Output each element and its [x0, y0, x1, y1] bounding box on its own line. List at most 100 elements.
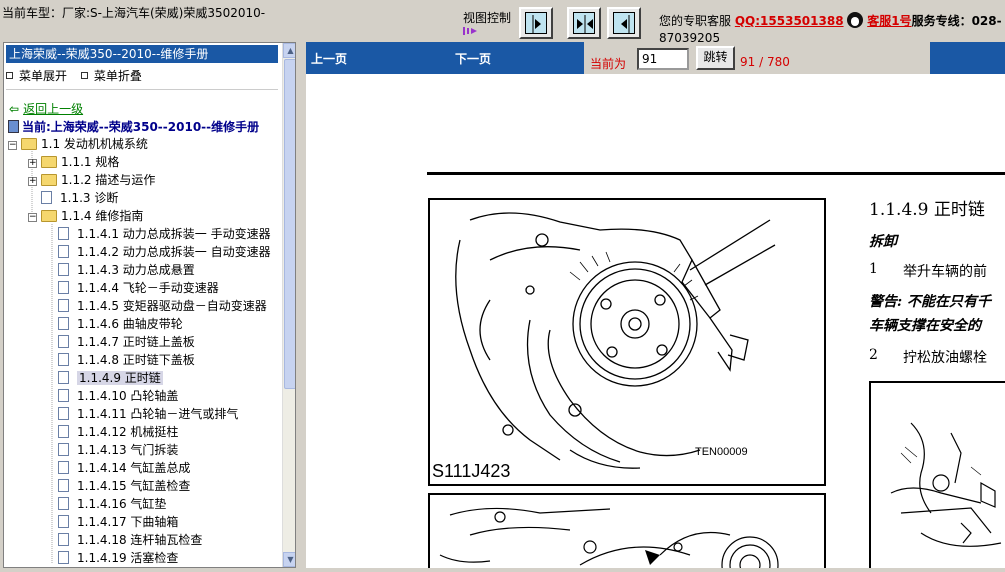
view-right-panel-button[interactable]	[607, 7, 641, 39]
tree-item-label: 1.1.1 规格	[61, 155, 120, 169]
tree-item[interactable]: 1.1.4.9 正时链	[58, 369, 163, 387]
page-count: 91 / 780	[740, 55, 790, 69]
folder-icon	[41, 174, 57, 186]
kefu-link[interactable]: 客服1号	[867, 14, 911, 28]
tree-item[interactable]: 1.1.4.8 正时链下盖板	[58, 351, 195, 369]
warning-line-2: 车辆支撑在安全的	[869, 318, 981, 334]
tree-item-label: 1.1.4.15 气缸盖检查	[77, 479, 191, 493]
view-split-button[interactable]	[567, 7, 601, 39]
tree-item[interactable]: 1.1.4.14 气缸盖总成	[58, 459, 190, 477]
tree-item[interactable]: 1.1.4.1 动力总成拆装一 手动变速器	[58, 225, 271, 243]
menu-collapse-button[interactable]: 菜单折叠	[80, 69, 142, 83]
engine-illustration-3	[890, 422, 1002, 547]
tree-item[interactable]: 1.1.4.19 活塞检查	[58, 549, 178, 567]
tree-item-label: 1.1.4.16 气缸垫	[77, 497, 167, 511]
tree-item[interactable]: 1.1.4.2 动力总成拆装一 自动变速器	[58, 243, 271, 261]
open-folder-icon	[41, 210, 57, 222]
tree-item[interactable]: 1.1.4.11 凸轮轴－进气或排气	[58, 405, 238, 423]
document-icon	[58, 263, 69, 276]
tree-item[interactable]: 1.1.4.6 曲轴皮带轮	[58, 315, 183, 333]
page-jump-panel: 当前为 跳转 91 / 780	[584, 42, 930, 74]
figure-timing-chain: TEN00009 S111J423	[428, 198, 826, 486]
tree-item[interactable]: 1.1.3 诊断	[28, 189, 118, 207]
tree-item[interactable]: 1.1.4.3 动力总成悬置	[58, 261, 195, 279]
tree-item[interactable]: 1.1.4.15 气缸盖检查	[58, 477, 190, 495]
expand-icon[interactable]: +	[28, 159, 37, 168]
document-icon	[58, 245, 69, 258]
next-page-link[interactable]: 下一页	[455, 50, 491, 67]
collapse-icon[interactable]: −	[8, 141, 17, 150]
tree-item-label: 1.1.4.3 动力总成悬置	[77, 263, 195, 277]
top-toolbar: 当前车型：厂家:S-上海汽车(荣威)荣威3502010- 视图控制 您的专职客服…	[0, 0, 1005, 45]
document-icon	[58, 371, 69, 384]
tree-item-label: 1.1.4.8 正时链下盖板	[77, 353, 195, 367]
tree-item[interactable]: 1.1.4.12 机械挺柱	[58, 423, 178, 441]
sidebar-title: 上海荣威--荣威350--2010--维修手册	[6, 45, 278, 63]
scroll-up-icon[interactable]: ▲	[283, 43, 295, 58]
tree-item[interactable]: 1.1.4.10 凸轮轴盖	[58, 387, 178, 405]
tree-item[interactable]: +1.1.1 规格	[28, 153, 119, 171]
service-info: 您的专职客服 QQ:1553501388 客服1号服务专线：028-	[659, 12, 1002, 29]
qq-penguin-icon	[847, 12, 864, 28]
document-icon	[58, 389, 69, 402]
tree-item-label: 1.1.4.6 曲轴皮带轮	[77, 317, 183, 331]
tree-item[interactable]: +1.1.2 描述与运作	[28, 171, 155, 189]
page-rule	[427, 172, 1005, 175]
current-page-label: 当前为	[590, 57, 627, 71]
subsection-title: 拆卸	[869, 234, 897, 250]
tree-item-label: 1.1.4.13 气门拆装	[77, 443, 179, 457]
collapse-icon[interactable]: −	[28, 213, 37, 222]
section-heading: 1.1.4.9 正时链	[869, 200, 985, 220]
square-icon	[6, 72, 13, 79]
tree-item[interactable]: − 1.1.4 维修指南	[28, 207, 143, 225]
tree-item[interactable]: 1.1.4.4 飞轮－手动变速器	[58, 279, 219, 297]
tree-item-label: 1.1.4.17 下曲轴箱	[77, 515, 179, 529]
square-icon	[80, 72, 88, 79]
tree-item-label: 1.1.4.9 正时链	[77, 371, 163, 385]
scroll-down-icon[interactable]: ▼	[283, 552, 295, 567]
document-view: TEN00009 S111J423 1.1.4.9 正时链 拆卸 1 举升车辆的…	[306, 74, 1005, 568]
tree-item-label: 1.1.4.2 动力总成拆装一 自动变速器	[77, 245, 271, 259]
tree-item-label: 1.1.4 维修指南	[61, 209, 144, 223]
tree-item[interactable]: − 1.1 发动机机械系统	[8, 135, 148, 153]
qq-link[interactable]: QQ:1553501388	[735, 14, 844, 28]
prev-page-link[interactable]: 上一页	[311, 50, 347, 67]
engine-illustration-2	[439, 507, 779, 568]
jump-button[interactable]: 跳转	[696, 46, 735, 70]
tree-item-label: 1.1.2 描述与运作	[61, 173, 156, 187]
tree-item-label: 1.1 发动机机械系统	[41, 137, 148, 151]
page-navbar: 上一页 下一页 当前为 跳转 91 / 780	[306, 42, 1005, 74]
step-2-number: 2	[869, 347, 878, 363]
tree-item-label: 1.1.4.11 凸轮轴－进气或排气	[77, 407, 239, 421]
tree-item[interactable]: 1.1.4.18 连杆轴瓦检查	[58, 531, 202, 549]
document-icon	[58, 479, 69, 492]
document-icon	[58, 551, 69, 564]
hotline-label: 服务专线：028-	[911, 14, 1002, 28]
tree-item-label: 1.1.4.4 飞轮－手动变速器	[77, 281, 219, 295]
document-icon	[58, 461, 69, 474]
view-left-panel-button[interactable]	[519, 7, 553, 39]
back-link[interactable]: ⇦ 返回上一级	[9, 100, 83, 117]
divider	[6, 89, 278, 90]
menu-expand-button[interactable]: 菜单展开	[6, 69, 67, 83]
window-bottom-edge	[0, 568, 1005, 572]
tree-item-label: 1.1.4.7 正时链上盖板	[77, 335, 195, 349]
sidebar-scrollbar[interactable]: ▲ ▼	[282, 43, 295, 567]
tree-item-label: 1.1.3 诊断	[60, 191, 119, 205]
step-2-text: 拧松放油螺栓	[903, 350, 987, 366]
tree-item[interactable]: 1.1.4.5 变矩器驱动盘－自动变速器	[58, 297, 267, 315]
page-number-input[interactable]	[637, 48, 689, 70]
tree-item[interactable]: 1.1.4.17 下曲轴箱	[58, 513, 178, 531]
tree-item[interactable]: 1.1.4.16 气缸垫	[58, 495, 166, 513]
scroll-thumb[interactable]	[284, 59, 295, 389]
tree-item-label: 1.1.4.18 连杆轴瓦检查	[77, 533, 203, 547]
tree-item[interactable]: 1.1.4.7 正时链上盖板	[58, 333, 195, 351]
tree-item[interactable]: 1.1.4.13 气门拆装	[58, 441, 178, 459]
vehicle-model-text: 当前车型：厂家:S-上海汽车(荣威)荣威3502010-	[2, 6, 266, 20]
tree-item-label: 1.1.4.14 气缸盖总成	[77, 461, 191, 475]
service-prefix: 您的专职客服	[659, 14, 732, 28]
document-icon	[58, 425, 69, 438]
warning-line-1: 警告: 不能在只有千	[869, 294, 992, 310]
current-manual: 当前:上海荣威--荣威350--2010--维修手册	[8, 118, 259, 135]
expand-icon[interactable]: +	[28, 177, 37, 186]
